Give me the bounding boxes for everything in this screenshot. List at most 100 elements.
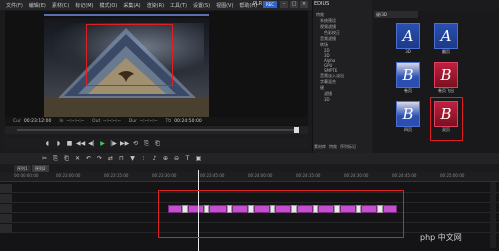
menu-view[interactable]: 视图(V): [216, 2, 233, 9]
delete-icon[interactable]: ✕: [73, 154, 82, 163]
effect-label: 四页: [404, 127, 412, 132]
minimize-icon[interactable]: –: [280, 1, 288, 8]
ripple-icon[interactable]: ⇄: [106, 154, 115, 163]
ruler-tick-label: 00:24:30:00: [344, 173, 369, 178]
effect-item[interactable]: A 翻页: [434, 23, 458, 55]
ttl-label: Ttl: [165, 118, 172, 124]
ruler-tick-label: 00:23:30:00: [152, 173, 177, 178]
track-header[interactable]: [0, 194, 12, 203]
close-icon[interactable]: ×: [300, 1, 308, 8]
dur-label: Dur: [128, 118, 137, 124]
audio-icon[interactable]: ♪: [150, 154, 159, 163]
cur-label: Cur: [13, 118, 21, 124]
effect-label: 3D: [405, 49, 411, 54]
out-value: --:--:--:--: [103, 118, 121, 124]
out-label: Out: [92, 118, 101, 124]
rewind-icon[interactable]: ◀◀: [76, 139, 85, 148]
paste-icon[interactable]: ⎗: [62, 154, 71, 163]
effect-tab[interactable]: 键/3D: [374, 11, 418, 18]
effect-item[interactable]: B 四页: [396, 101, 420, 133]
set-out-icon[interactable]: ◗: [54, 139, 63, 148]
tab-bin[interactable]: 素材库: [314, 144, 326, 150]
ruler-tick-label: 00:23:45:00: [200, 173, 225, 178]
plr-mode-label[interactable]: PLR: [253, 1, 262, 7]
sequence-tab[interactable]: 序列2: [32, 165, 49, 172]
undo-icon[interactable]: ↶: [84, 154, 93, 163]
preview-top-indicator: [44, 14, 209, 16]
menu-tools[interactable]: 工具(T): [170, 2, 187, 9]
split-icon[interactable]: ⫶: [139, 154, 148, 163]
in-value: --:--:--:--: [66, 118, 85, 124]
step-forward-icon[interactable]: |▶: [109, 139, 118, 148]
track-header[interactable]: [0, 184, 12, 193]
effect-thumbnail: B: [434, 62, 458, 88]
stop-icon[interactable]: ■: [65, 139, 74, 148]
cut-icon[interactable]: ✂: [40, 154, 49, 163]
cur-value: 00:23:12:00: [23, 118, 52, 124]
panel-title: EDIUS: [314, 1, 330, 7]
ruler-tick-label: 00:24:15:00: [296, 173, 321, 178]
ruler-tick-label: 00:24:45:00: [392, 173, 417, 178]
effect-item[interactable]: A 3D: [396, 23, 420, 54]
effect-label: 卷页飞出: [438, 88, 454, 93]
menu-settings[interactable]: 设置(S): [193, 2, 210, 9]
menu-file[interactable]: 文件(F): [6, 2, 23, 9]
redo-icon[interactable]: ↷: [95, 154, 104, 163]
effect-item[interactable]: B 卷页飞出: [434, 62, 458, 94]
timeline-scrollbar[interactable]: [490, 182, 496, 248]
marker-icon[interactable]: ▼: [128, 154, 137, 163]
watermark: php 中文网: [420, 233, 462, 242]
overwrite-icon[interactable]: ⎗: [153, 139, 162, 148]
maximize-icon[interactable]: □: [290, 1, 298, 8]
timecode-bar: Cur 00:23:12:00 In --:--:--:-- Out --:--…: [5, 117, 308, 125]
in-label: In: [59, 118, 64, 124]
highlight-box-timeline: [158, 190, 404, 238]
ruler-tick-label: 00:25:00:00: [440, 173, 465, 178]
effect-label: 卷页: [404, 88, 412, 93]
ruler-tick-label: 00:23:00:00: [56, 173, 81, 178]
transport-controls: ◖ ◗ ■ ◀◀ ◀| ▶ |▶ ▶▶ ⟲ ⎘ ⎗: [5, 138, 308, 149]
effect-thumbnail: B: [396, 62, 420, 88]
ruler-tick-label: 00:24:00:00: [248, 173, 273, 178]
menu-capture[interactable]: 采集(A): [123, 2, 140, 9]
effect-label: 翻页: [442, 49, 450, 54]
sequence-tab[interactable]: 序列1: [14, 165, 31, 172]
tab-effects[interactable]: 特效: [329, 144, 337, 150]
effect-thumbnail: A: [396, 23, 420, 49]
track-header[interactable]: [0, 204, 12, 213]
track-header[interactable]: [0, 214, 12, 223]
menu-edit[interactable]: 编辑(E): [29, 2, 46, 9]
fast-forward-icon[interactable]: ▶▶: [120, 139, 129, 148]
tree-item[interactable]: 3D: [316, 97, 372, 102]
copy-icon[interactable]: ⎘: [51, 154, 60, 163]
tab-markers[interactable]: 序列标记: [340, 144, 356, 150]
menu-clip[interactable]: 素材(C): [52, 2, 69, 9]
menu-marker[interactable]: 标记(M): [75, 2, 93, 9]
step-back-icon[interactable]: ◀|: [87, 139, 96, 148]
insert-icon[interactable]: ⎘: [142, 139, 151, 148]
ruler-tick-label: 00:23:15:00: [104, 173, 129, 178]
effect-thumbnail: B: [396, 101, 420, 127]
bottom-panel-tabs: 素材库 特效 序列标记: [314, 144, 356, 150]
menu-render[interactable]: 渲染(R): [147, 2, 164, 9]
dur-value: --:--:--:--: [139, 118, 158, 124]
zoom-out-icon[interactable]: ⊖: [172, 154, 181, 163]
zoom-in-icon[interactable]: ⊕: [161, 154, 170, 163]
position-slider[interactable]: [5, 126, 308, 134]
slider-track: [17, 129, 297, 131]
rec-mode-button[interactable]: REC: [263, 1, 277, 8]
set-in-icon[interactable]: ◖: [43, 139, 52, 148]
snap-icon[interactable]: ⊓: [117, 154, 126, 163]
menu-mode[interactable]: 模式(O): [99, 2, 117, 9]
ruler-tick-label: 00:00:00:00: [14, 173, 39, 178]
effects-tree: 特效 系统预设 视频滤镜 色彩校正 音频滤镜 转场 2D 3D Alpha GP…: [316, 12, 372, 102]
render-icon[interactable]: ▣: [194, 154, 203, 163]
play-icon[interactable]: ▶: [98, 139, 107, 148]
loop-icon[interactable]: ⟲: [131, 139, 140, 148]
slider-thumb[interactable]: [294, 127, 299, 133]
highlight-box-effect: [430, 97, 463, 141]
text-icon[interactable]: T: [183, 154, 192, 163]
effect-item[interactable]: B 卷页: [396, 62, 420, 94]
track-header[interactable]: [0, 224, 12, 233]
effect-thumbnail: A: [434, 23, 458, 49]
